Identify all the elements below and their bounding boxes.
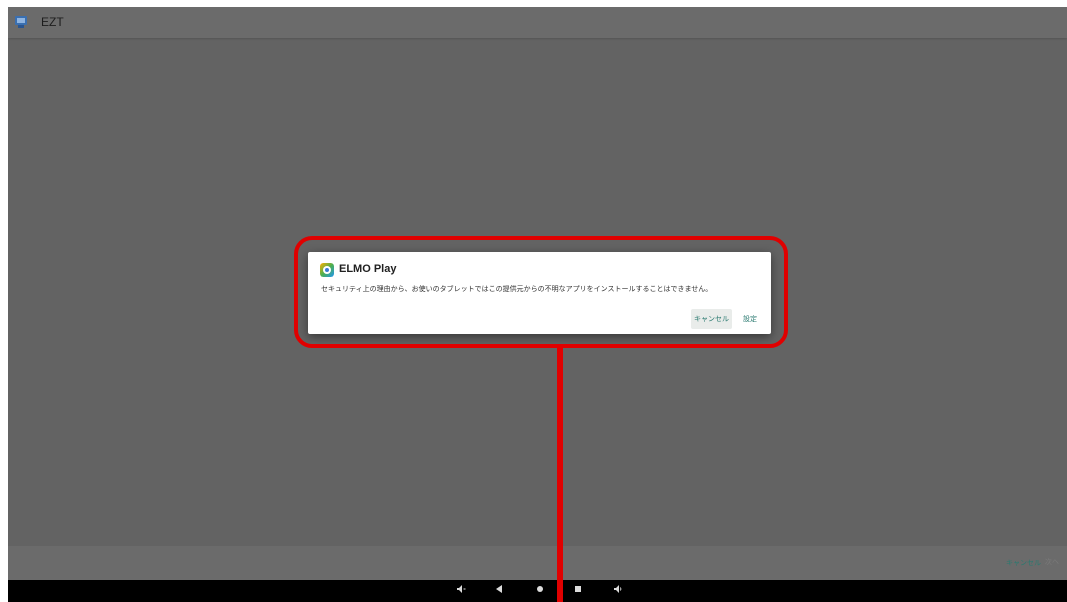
app-title: EZT [41,15,64,29]
volume-down-icon[interactable] [454,584,468,598]
home-icon[interactable] [533,584,547,598]
app-icon [15,16,27,28]
back-icon[interactable] [492,584,506,598]
navigation-bar [8,580,1067,602]
title-bar: EZT [8,7,1067,38]
volume-up-icon[interactable] [611,584,625,598]
recents-icon[interactable] [571,584,585,598]
bottom-next-button[interactable]: 次へ [1045,557,1059,567]
bottom-cancel-button[interactable]: キャンセル [1006,558,1041,568]
callout-line [557,348,563,602]
highlight-annotation [294,236,788,348]
bottom-bar: キャンセル 次へ [8,546,1067,580]
